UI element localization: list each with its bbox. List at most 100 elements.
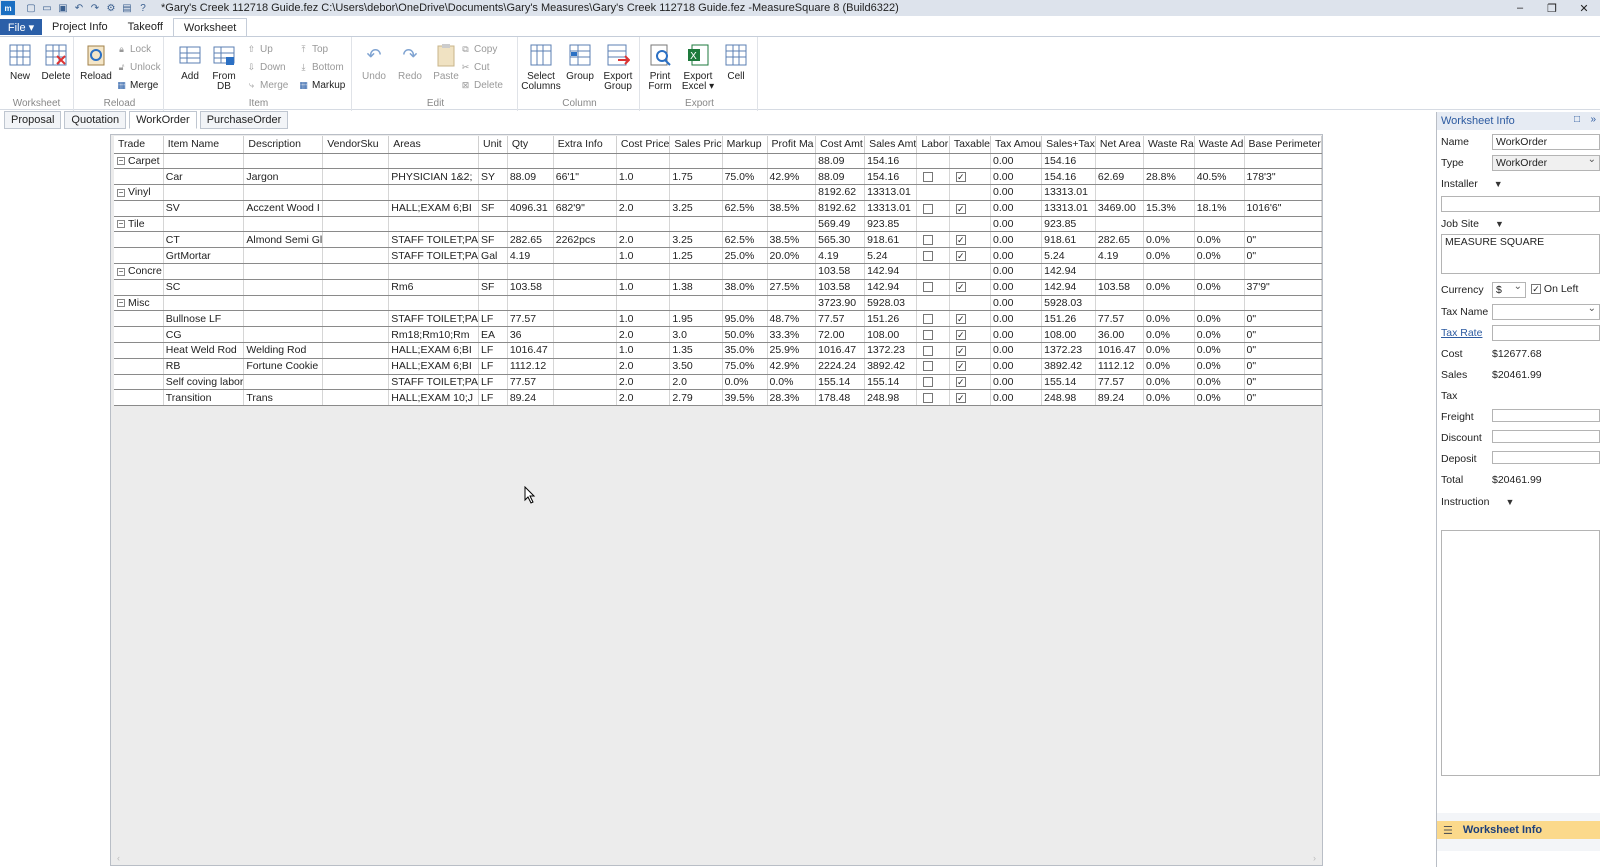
sales-amt-cell[interactable]: 154.16: [864, 153, 918, 170]
labor-cell[interactable]: [916, 200, 950, 217]
labor-checkbox[interactable]: [923, 329, 934, 340]
sku-cell[interactable]: [322, 295, 390, 312]
cost-price-cell[interactable]: 2.0: [616, 231, 671, 249]
cost-amt-cell[interactable]: 88.09: [815, 153, 866, 170]
tax-cell[interactable]: 0.00: [990, 326, 1043, 344]
tax-cell[interactable]: 0.00: [990, 279, 1043, 296]
item-cell[interactable]: [163, 153, 245, 170]
areas-cell[interactable]: HALL;EXAM 6;BI: [388, 358, 480, 375]
installer-field[interactable]: [1441, 196, 1600, 212]
labor-cell[interactable]: [916, 153, 950, 170]
perimeter-cell[interactable]: [1244, 295, 1323, 312]
group-row[interactable]: − Misc 3723.90 5928.03 0.00 5928.03: [114, 295, 1323, 312]
profit-cell[interactable]: [767, 184, 817, 201]
cost-price-cell[interactable]: [616, 216, 671, 233]
taxable-checkbox[interactable]: ✓: [955, 345, 966, 356]
profit-cell[interactable]: 38.5%: [767, 231, 817, 249]
cell-button[interactable]: Cell: [718, 41, 754, 82]
perimeter-cell[interactable]: 0": [1244, 231, 1323, 249]
taxable-checkbox[interactable]: ✓: [955, 235, 966, 246]
cost-amt-cell[interactable]: 3723.90: [815, 295, 866, 312]
sales-price-cell[interactable]: 3.50: [669, 358, 723, 375]
sku-cell[interactable]: [322, 279, 390, 296]
cost-price-cell[interactable]: 1.0: [616, 168, 671, 186]
markup-cell[interactable]: 75.0%: [722, 358, 768, 375]
cost-price-cell[interactable]: 2.0: [616, 374, 671, 391]
column-header-trade[interactable]: Trade: [114, 136, 164, 154]
qty-cell[interactable]: 282.65: [507, 231, 554, 249]
sku-cell[interactable]: [322, 358, 390, 375]
group-row[interactable]: − Tile 569.49 923.85 0.00 923.85: [114, 216, 1323, 233]
save-icon[interactable]: ▣: [57, 2, 69, 14]
desc-cell[interactable]: [243, 310, 324, 328]
column-header-areas[interactable]: Areas: [388, 136, 480, 154]
tax-rate-field[interactable]: [1492, 325, 1600, 341]
waste-rate-cell[interactable]: [1143, 184, 1195, 201]
labor-checkbox[interactable]: [923, 314, 934, 325]
reload-button[interactable]: Reload: [78, 41, 114, 82]
table-row[interactable]: GrtMortar STAFF TOILET;PA Gal 4.19 1.0 1.25 25…: [114, 247, 1323, 265]
perimeter-cell[interactable]: 0": [1244, 389, 1323, 407]
perimeter-cell[interactable]: [1244, 216, 1323, 233]
sales-price-cell[interactable]: [669, 263, 723, 280]
labor-checkbox[interactable]: [923, 345, 934, 356]
extra-cell[interactable]: 2262pcs: [553, 231, 617, 249]
labor-checkbox[interactable]: [923, 250, 934, 261]
item-cell[interactable]: [163, 295, 245, 312]
labor-checkbox[interactable]: [923, 393, 934, 404]
sales-amt-cell[interactable]: 3892.42: [864, 358, 918, 375]
qty-cell[interactable]: [507, 216, 554, 233]
table-row[interactable]: Bullnose LF STAFF TOILET;PA LF 77.57 1.0 1.95…: [114, 310, 1323, 328]
move-bottom-button[interactable]: ⤓ Bottom: [298, 59, 344, 75]
desc-cell[interactable]: [243, 326, 324, 344]
taxable-checkbox[interactable]: ✓: [955, 361, 966, 372]
table-row[interactable]: Heat Weld Rod Welding Rod HALL;EXAM 6;BI LF…: [114, 342, 1323, 359]
areas-cell[interactable]: [388, 263, 480, 280]
profit-cell[interactable]: 33.3%: [767, 326, 817, 344]
type-select[interactable]: WorkOrder: [1492, 153, 1600, 171]
item-cell[interactable]: [163, 263, 245, 280]
perimeter-cell[interactable]: 0": [1244, 310, 1323, 328]
profit-cell[interactable]: [767, 263, 817, 280]
perimeter-cell[interactable]: 37'9": [1244, 279, 1323, 296]
unit-cell[interactable]: SF: [478, 200, 508, 217]
sales-tax-cell[interactable]: 154.16: [1041, 168, 1096, 186]
column-header-sales-tax[interactable]: Sales+Tax: [1041, 136, 1096, 154]
sales-price-cell[interactable]: [669, 216, 723, 233]
areas-cell[interactable]: [388, 295, 480, 312]
sales-amt-cell[interactable]: 155.14: [864, 374, 918, 391]
unit-cell[interactable]: [478, 153, 508, 170]
trade-cell[interactable]: − Concre: [114, 263, 164, 280]
taxable-cell[interactable]: ✓: [949, 358, 992, 375]
qty-cell[interactable]: [507, 153, 554, 170]
markup-cell[interactable]: [722, 153, 768, 170]
column-header-labor[interactable]: Labor: [916, 136, 950, 154]
extra-cell[interactable]: [553, 247, 617, 265]
labor-checkbox[interactable]: [923, 235, 934, 246]
labor-checkbox[interactable]: [923, 282, 934, 293]
column-header-profit-ma[interactable]: Profit Ma: [767, 136, 817, 154]
item-cell[interactable]: SC: [163, 279, 245, 296]
horizontal-scrollbar[interactable]: ‹ ›: [111, 851, 1322, 865]
sku-cell[interactable]: [322, 216, 390, 233]
new-file-icon[interactable]: ▢: [25, 2, 37, 14]
net-cell[interactable]: 103.58: [1095, 279, 1145, 296]
qty-cell[interactable]: 1016.47: [507, 342, 554, 359]
cost-amt-cell[interactable]: 569.49: [815, 216, 866, 233]
cost-amt-cell[interactable]: 178.48: [815, 389, 866, 407]
tax-cell[interactable]: 0.00: [990, 342, 1043, 359]
waste-add-cell[interactable]: 40.5%: [1194, 168, 1245, 186]
labor-cell[interactable]: [916, 231, 950, 249]
maximize-panel-icon[interactable]: □: [1574, 114, 1580, 125]
waste-rate-cell[interactable]: 28.8%: [1143, 168, 1195, 186]
new-button[interactable]: New: [2, 41, 38, 82]
markup-cell[interactable]: 50.0%: [722, 326, 768, 344]
waste-add-cell[interactable]: 0.0%: [1194, 374, 1245, 391]
column-header-base-perimeter[interactable]: Base Perimeter: [1244, 136, 1323, 154]
tax-cell[interactable]: 0.00: [990, 231, 1043, 249]
net-cell[interactable]: [1095, 216, 1145, 233]
column-header-sales-amt[interactable]: Sales Amt: [864, 136, 918, 154]
markup-cell[interactable]: 62.5%: [722, 231, 768, 249]
labor-checkbox[interactable]: [923, 171, 934, 182]
sales-amt-cell[interactable]: 13313.01: [864, 184, 918, 201]
